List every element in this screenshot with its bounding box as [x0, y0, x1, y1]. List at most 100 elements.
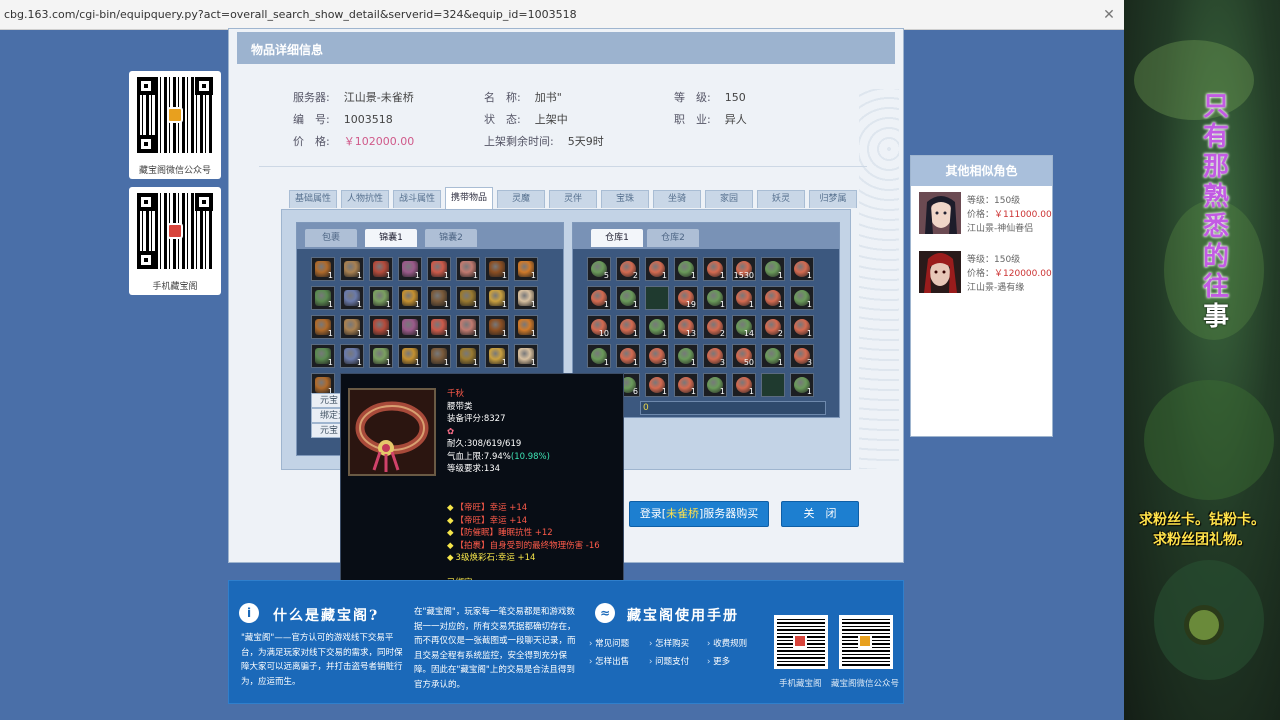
item-slot[interactable]: 1	[790, 315, 814, 339]
subtab-pouch1[interactable]: 锦囊1	[365, 229, 417, 247]
tab-7[interactable]: 坐骑	[653, 190, 701, 208]
link-fees[interactable]: 收费规则	[707, 637, 747, 649]
item-slot[interactable]: 1	[674, 373, 698, 397]
item-slot[interactable]: 1	[645, 373, 669, 397]
buy-button[interactable]: 登录[未雀桥]服务器购买	[629, 501, 769, 527]
item-slot[interactable]: 1	[427, 315, 451, 339]
item-slot[interactable]: 2	[703, 315, 727, 339]
tab-1[interactable]: 人物抗性	[341, 190, 389, 208]
link-how-sell[interactable]: 怎样出售	[589, 655, 629, 667]
item-slot[interactable]: 3	[645, 344, 669, 368]
item-slot[interactable]: 1	[456, 315, 480, 339]
item-slot[interactable]: 1	[485, 315, 509, 339]
tab-9[interactable]: 妖灵	[757, 190, 805, 208]
item-slot[interactable]: 10	[587, 315, 611, 339]
item-slot[interactable]: 1	[790, 257, 814, 281]
item-slot[interactable]: 1	[514, 257, 538, 281]
tab-3[interactable]: 携带物品	[445, 187, 493, 209]
item-slot[interactable]: 1	[398, 257, 422, 281]
item-slot[interactable]: 1	[616, 286, 640, 310]
item-slot[interactable]: 1	[369, 257, 393, 281]
item-slot[interactable]: 1	[427, 257, 451, 281]
item-slot[interactable]: 1	[514, 344, 538, 368]
item-slot[interactable]: 1	[790, 286, 814, 310]
item-slot[interactable]: 1	[645, 315, 669, 339]
item-slot[interactable]: 1	[645, 257, 669, 281]
link-payment[interactable]: 问题支付	[649, 655, 689, 667]
item-slot[interactable]: 1	[311, 286, 335, 310]
item-slot[interactable]: 3	[790, 344, 814, 368]
item-slot[interactable]: 1530	[732, 257, 756, 281]
item-slot[interactable]: 14	[732, 315, 756, 339]
item-slot[interactable]: 2	[761, 315, 785, 339]
item-slot[interactable]: 1	[790, 373, 814, 397]
tab-2[interactable]: 战斗属性	[393, 190, 441, 208]
tab-5[interactable]: 灵伴	[549, 190, 597, 208]
item-slot[interactable]: 3	[703, 344, 727, 368]
item-slot[interactable]: 1	[761, 257, 785, 281]
item-slot[interactable]: 1	[514, 315, 538, 339]
similar-role-2[interactable]: 等级：150级 价格：￥120000.00 江山景-遇有缘	[919, 251, 1052, 295]
tab-8[interactable]: 家园	[705, 190, 753, 208]
item-slot[interactable]: 1	[398, 344, 422, 368]
item-slot[interactable]: 1	[311, 344, 335, 368]
close-button[interactable]: 关 闭	[781, 501, 859, 527]
url-text[interactable]: cbg.163.com/cgi-bin/equipquery.py?act=ov…	[4, 8, 577, 21]
item-slot[interactable]: 1	[311, 315, 335, 339]
link-faq[interactable]: 常见问题	[589, 637, 629, 649]
item-slot[interactable]: 1	[674, 344, 698, 368]
item-slot[interactable]: 1	[587, 286, 611, 310]
item-slot[interactable]: 1	[761, 286, 785, 310]
item-slot[interactable]: 1	[703, 373, 727, 397]
avatar[interactable]	[919, 251, 961, 293]
item-slot[interactable]: 1	[703, 286, 727, 310]
item-slot[interactable]: 5	[587, 257, 611, 281]
item-slot[interactable]: 13	[674, 315, 698, 339]
item-slot[interactable]: 1	[587, 344, 611, 368]
similar-role-1[interactable]: 等级：150级 价格：￥111000.00 江山景-神仙眷侣	[919, 192, 1052, 236]
item-slot[interactable]: 1	[732, 286, 756, 310]
address-bar[interactable]: cbg.163.com/cgi-bin/equipquery.py?act=ov…	[0, 0, 1124, 30]
avatar[interactable]	[919, 192, 961, 234]
item-slot[interactable]: 1	[369, 286, 393, 310]
item-slot[interactable]: 1	[674, 257, 698, 281]
item-slot[interactable]: 1	[398, 286, 422, 310]
item-slot[interactable]: 1	[340, 315, 364, 339]
item-slot[interactable]	[645, 286, 669, 310]
item-slot[interactable]: 1	[485, 286, 509, 310]
item-slot[interactable]: 1	[398, 315, 422, 339]
item-slot[interactable]: 1	[761, 344, 785, 368]
item-slot[interactable]: 1	[456, 286, 480, 310]
subtab-warehouse2[interactable]: 仓库2	[647, 229, 699, 247]
item-slot[interactable]: 50	[732, 344, 756, 368]
item-slot[interactable]: 1	[616, 344, 640, 368]
item-slot[interactable]: 19	[674, 286, 698, 310]
item-slot[interactable]: 1	[340, 286, 364, 310]
item-slot[interactable]: 1	[340, 257, 364, 281]
close-icon[interactable]: ✕	[1100, 6, 1118, 24]
link-more[interactable]: 更多	[707, 655, 730, 667]
item-slot[interactable]: 1	[456, 344, 480, 368]
subtab-warehouse1[interactable]: 仓库1	[591, 229, 643, 247]
item-slot[interactable]: 2	[616, 257, 640, 281]
link-how-buy[interactable]: 怎样购买	[649, 637, 689, 649]
item-slot[interactable]	[761, 373, 785, 397]
subtab-pouch2[interactable]: 锦囊2	[425, 229, 477, 247]
item-slot[interactable]: 1	[732, 373, 756, 397]
tab-0[interactable]: 基础属性	[289, 190, 337, 208]
item-slot[interactable]: 1	[427, 286, 451, 310]
tab-10[interactable]: 归梦属	[809, 190, 857, 208]
item-slot[interactable]: 1	[369, 315, 393, 339]
item-slot[interactable]: 1	[369, 344, 393, 368]
item-slot[interactable]: 1	[485, 344, 509, 368]
item-slot[interactable]: 1	[427, 344, 451, 368]
item-slot[interactable]: 1	[514, 286, 538, 310]
tab-6[interactable]: 宝珠	[601, 190, 649, 208]
tab-4[interactable]: 灵魔	[497, 190, 545, 208]
item-slot[interactable]: 1	[616, 315, 640, 339]
item-slot[interactable]: 1	[311, 257, 335, 281]
item-slot[interactable]: 1	[485, 257, 509, 281]
item-slot[interactable]: 1	[703, 257, 727, 281]
item-slot[interactable]: 1	[340, 344, 364, 368]
subtab-bag[interactable]: 包裹	[305, 229, 357, 247]
